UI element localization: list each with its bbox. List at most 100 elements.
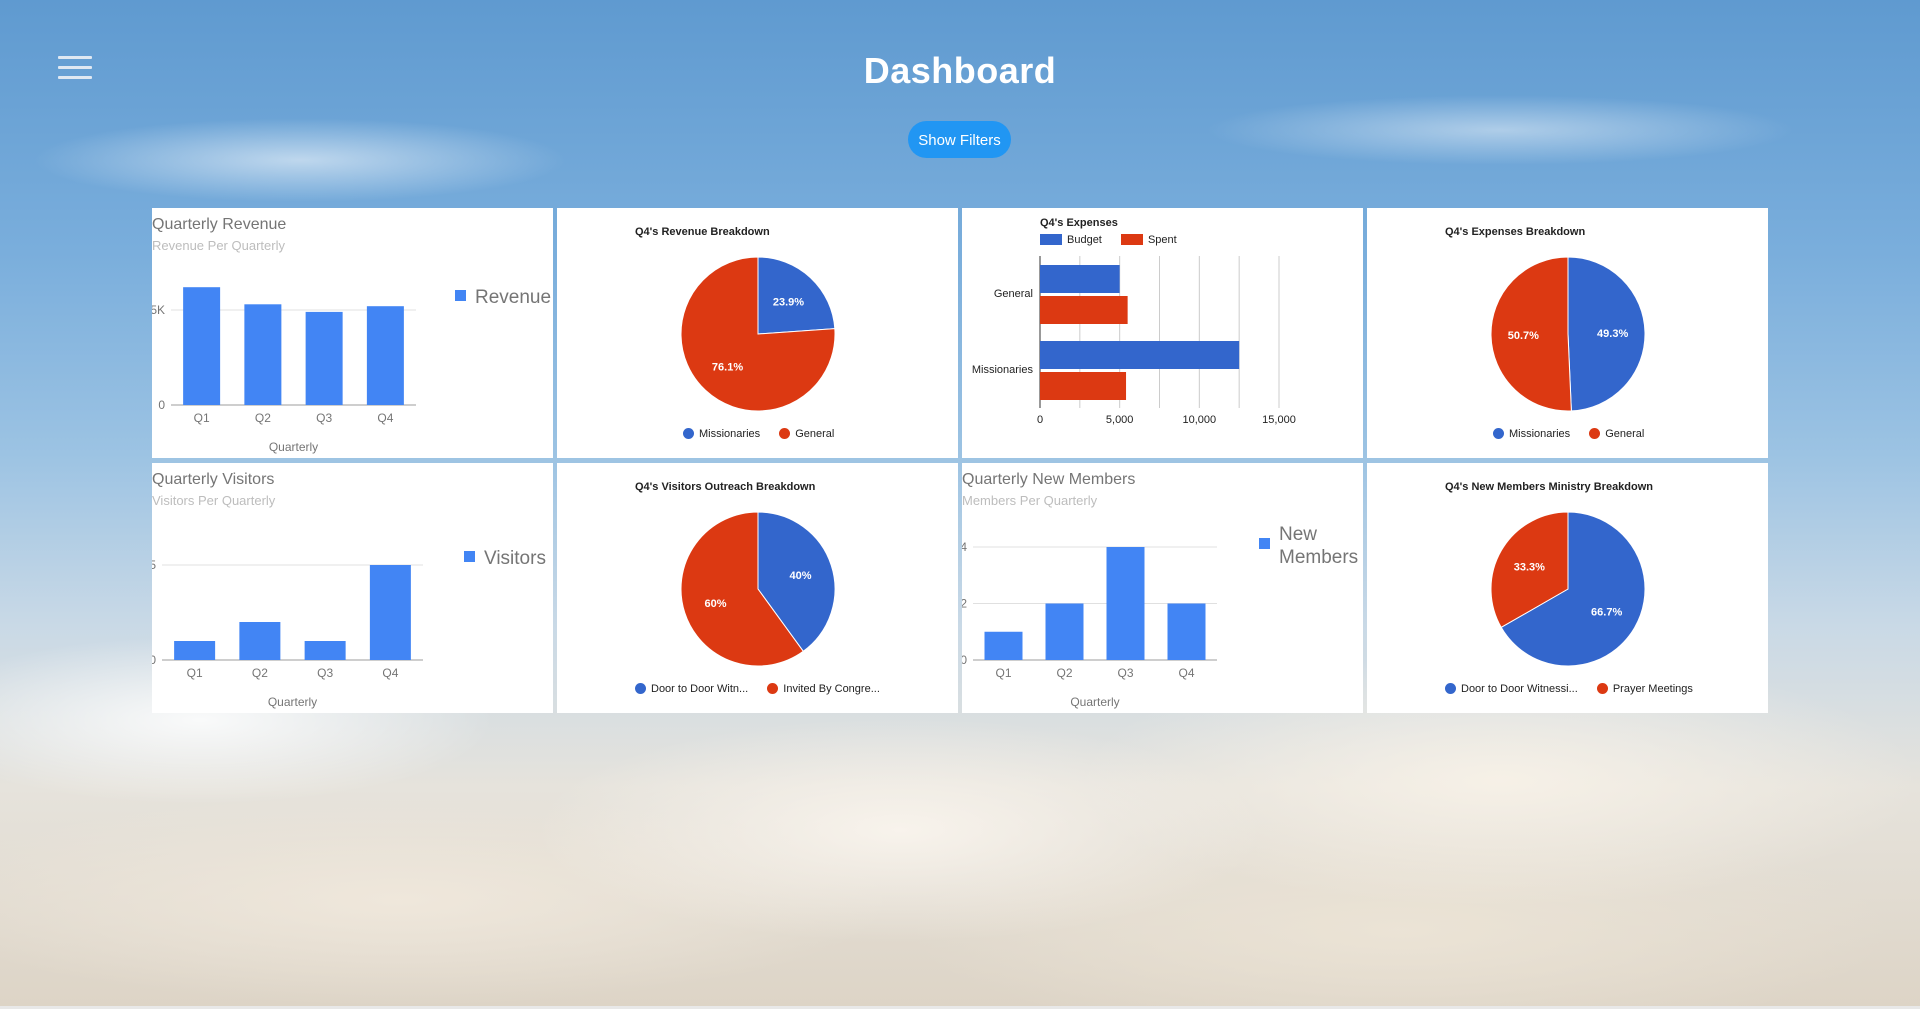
slice-label: 49.3% xyxy=(1597,328,1628,340)
bar-general-budget xyxy=(1040,265,1120,293)
x-axis-title: Quarterly xyxy=(268,695,317,709)
legend-item: Door to Door Witn... xyxy=(635,683,748,695)
slice-label: 66.7% xyxy=(1591,606,1622,618)
legend-label: Prayer Meetings xyxy=(1612,683,1693,695)
legend-swatch xyxy=(464,551,475,562)
legend-label: General xyxy=(795,428,835,440)
bar-missionaries-budget xyxy=(1040,341,1240,369)
bar-q2 xyxy=(239,622,281,660)
y-tick-label: 5 xyxy=(152,558,156,572)
legend-dot xyxy=(1445,683,1456,694)
y-tick-label: Missionaries xyxy=(972,364,1034,376)
x-tick-label: Q4 xyxy=(382,666,398,680)
y-tick-label: 5K xyxy=(152,303,165,317)
legend-label: General xyxy=(1605,428,1645,440)
bar-q4 xyxy=(366,306,404,405)
y-tick-label: 4 xyxy=(962,540,967,554)
visitors-bar-chart: 0 5 Q1 Q2 Q3 Q4 Quarterly xyxy=(152,558,423,709)
bar-q4 xyxy=(1167,603,1206,660)
show-filters-button[interactable]: Show Filters xyxy=(908,121,1011,158)
x-tick-label: Q3 xyxy=(317,666,333,680)
legend-swatch xyxy=(1259,538,1270,549)
new-members-pie-chart: 66.7% 33.3% xyxy=(1490,511,1646,667)
legend-dot xyxy=(1596,683,1608,694)
new-members-breakdown-card: Q4's New Members Ministry Breakdown 66.7… xyxy=(1367,463,1768,713)
expenses-bar-chart: 0 5,000 10,000 15,000 General Missionaries xyxy=(972,256,1296,426)
slice-label: 60% xyxy=(705,598,727,610)
x-tick-label: 10,000 xyxy=(1183,414,1217,426)
legend-label: Door to Door Witn... xyxy=(651,683,749,695)
x-axis-title: Quarterly xyxy=(269,440,318,454)
x-tick-label: Q2 xyxy=(1056,666,1072,680)
legend-item: Missionaries xyxy=(1493,428,1570,440)
x-tick-label: Q3 xyxy=(316,411,332,425)
page-title: Dashboard xyxy=(863,50,1057,91)
legend-item: General xyxy=(779,428,834,440)
x-tick-label: 0 xyxy=(1037,414,1043,426)
legend-label: Invited By Congre... xyxy=(783,683,880,695)
legend-label: New Members xyxy=(1279,524,1359,568)
slice-label: 50.7% xyxy=(1508,330,1539,342)
legend-dot xyxy=(1493,428,1504,439)
expenses-chart-card: Q4's Expenses Budget Spent 0 5,000 10,000 1… xyxy=(962,208,1363,458)
bar-q3 xyxy=(304,641,346,660)
x-tick-label: Q4 xyxy=(1178,666,1194,680)
y-tick-label: 2 xyxy=(962,597,967,611)
x-tick-label: Q2 xyxy=(255,411,271,425)
revenue-chart-card: Quarterly Revenue Revenue Per Quarterly … xyxy=(152,208,553,458)
legend-label: Revenue xyxy=(475,287,552,308)
visitors-pie-chart: 40% 60% xyxy=(680,511,836,667)
x-tick-label: Q1 xyxy=(194,411,210,425)
visitors-chart-card: Quarterly Visitors Visitors Per Quarterl… xyxy=(152,463,553,713)
expenses-breakdown-card: Q4's Expenses Breakdown 49.3% 50.7% Missi… xyxy=(1367,208,1768,458)
legend-item: Door to Door Witnessi... xyxy=(1445,683,1578,695)
y-tick-label: 0 xyxy=(158,398,165,412)
legend-item: Prayer Meetings xyxy=(1596,683,1693,695)
new-members-bar-chart: 0 2 4 Q1 Q2 Q3 Q4 Quarterly xyxy=(962,540,1217,709)
y-tick-label: 0 xyxy=(152,653,156,667)
bar-q2 xyxy=(1045,603,1084,660)
new-members-chart-card: Quarterly New Members Members Per Quarte… xyxy=(962,463,1363,713)
legend-item: Invited By Congre... xyxy=(767,683,880,695)
visitors-breakdown-card: Q4's Visitors Outreach Breakdown 40% 60% … xyxy=(557,463,958,713)
bar-q4 xyxy=(369,565,411,660)
chart-legend: Door to Door Witn... Invited By Congre..… xyxy=(635,683,896,695)
legend-dot xyxy=(767,683,779,694)
y-tick-label: 0 xyxy=(962,653,967,667)
legend-label: Missionaries xyxy=(699,428,761,440)
slice-label: 76.1% xyxy=(712,362,743,374)
legend-dot xyxy=(635,683,646,694)
bar-q3 xyxy=(1106,547,1145,660)
legend-swatch xyxy=(455,290,466,301)
legend-item: Missionaries xyxy=(683,428,760,440)
x-tick-label: Q1 xyxy=(995,666,1011,680)
legend-label: Visitors xyxy=(484,548,546,569)
bar-q2 xyxy=(244,304,282,405)
slice-label: 40% xyxy=(789,570,811,582)
chart-legend: Door to Door Witnessi... Prayer Meetings xyxy=(1445,683,1709,695)
bar-general-spent xyxy=(1040,296,1128,324)
x-tick-label: 5,000 xyxy=(1106,414,1134,426)
y-tick-label: General xyxy=(994,288,1033,300)
x-axis-title: Quarterly xyxy=(1070,695,1119,709)
bar-q1 xyxy=(174,641,216,660)
slice-label: 33.3% xyxy=(1514,562,1545,574)
x-tick-label: Q4 xyxy=(377,411,393,425)
legend-label: Door to Door Witnessi... xyxy=(1461,683,1578,695)
bar-missionaries-spent xyxy=(1040,372,1127,400)
x-tick-label: Q2 xyxy=(252,666,268,680)
revenue-bar-chart: 0 5K Q1 Q2 Q3 Q4 Quarterly xyxy=(152,287,416,454)
x-tick-label: Q1 xyxy=(187,666,203,680)
bar-q3 xyxy=(305,311,343,405)
bar-q1 xyxy=(984,631,1023,660)
x-tick-label: Q3 xyxy=(1117,666,1133,680)
expenses-pie-chart: 49.3% 50.7% xyxy=(1490,256,1646,412)
bar-q1 xyxy=(183,287,221,405)
slice-label: 23.9% xyxy=(773,296,804,308)
revenue-breakdown-card: Q4's Revenue Breakdown 23.9% 76.1% Missio… xyxy=(557,208,958,458)
chart-legend: Missionaries General xyxy=(1493,428,1660,440)
legend-dot xyxy=(779,428,791,439)
legend-dot xyxy=(683,428,694,439)
chart-legend: Missionaries General xyxy=(683,428,850,440)
legend-item: General xyxy=(1589,428,1644,440)
